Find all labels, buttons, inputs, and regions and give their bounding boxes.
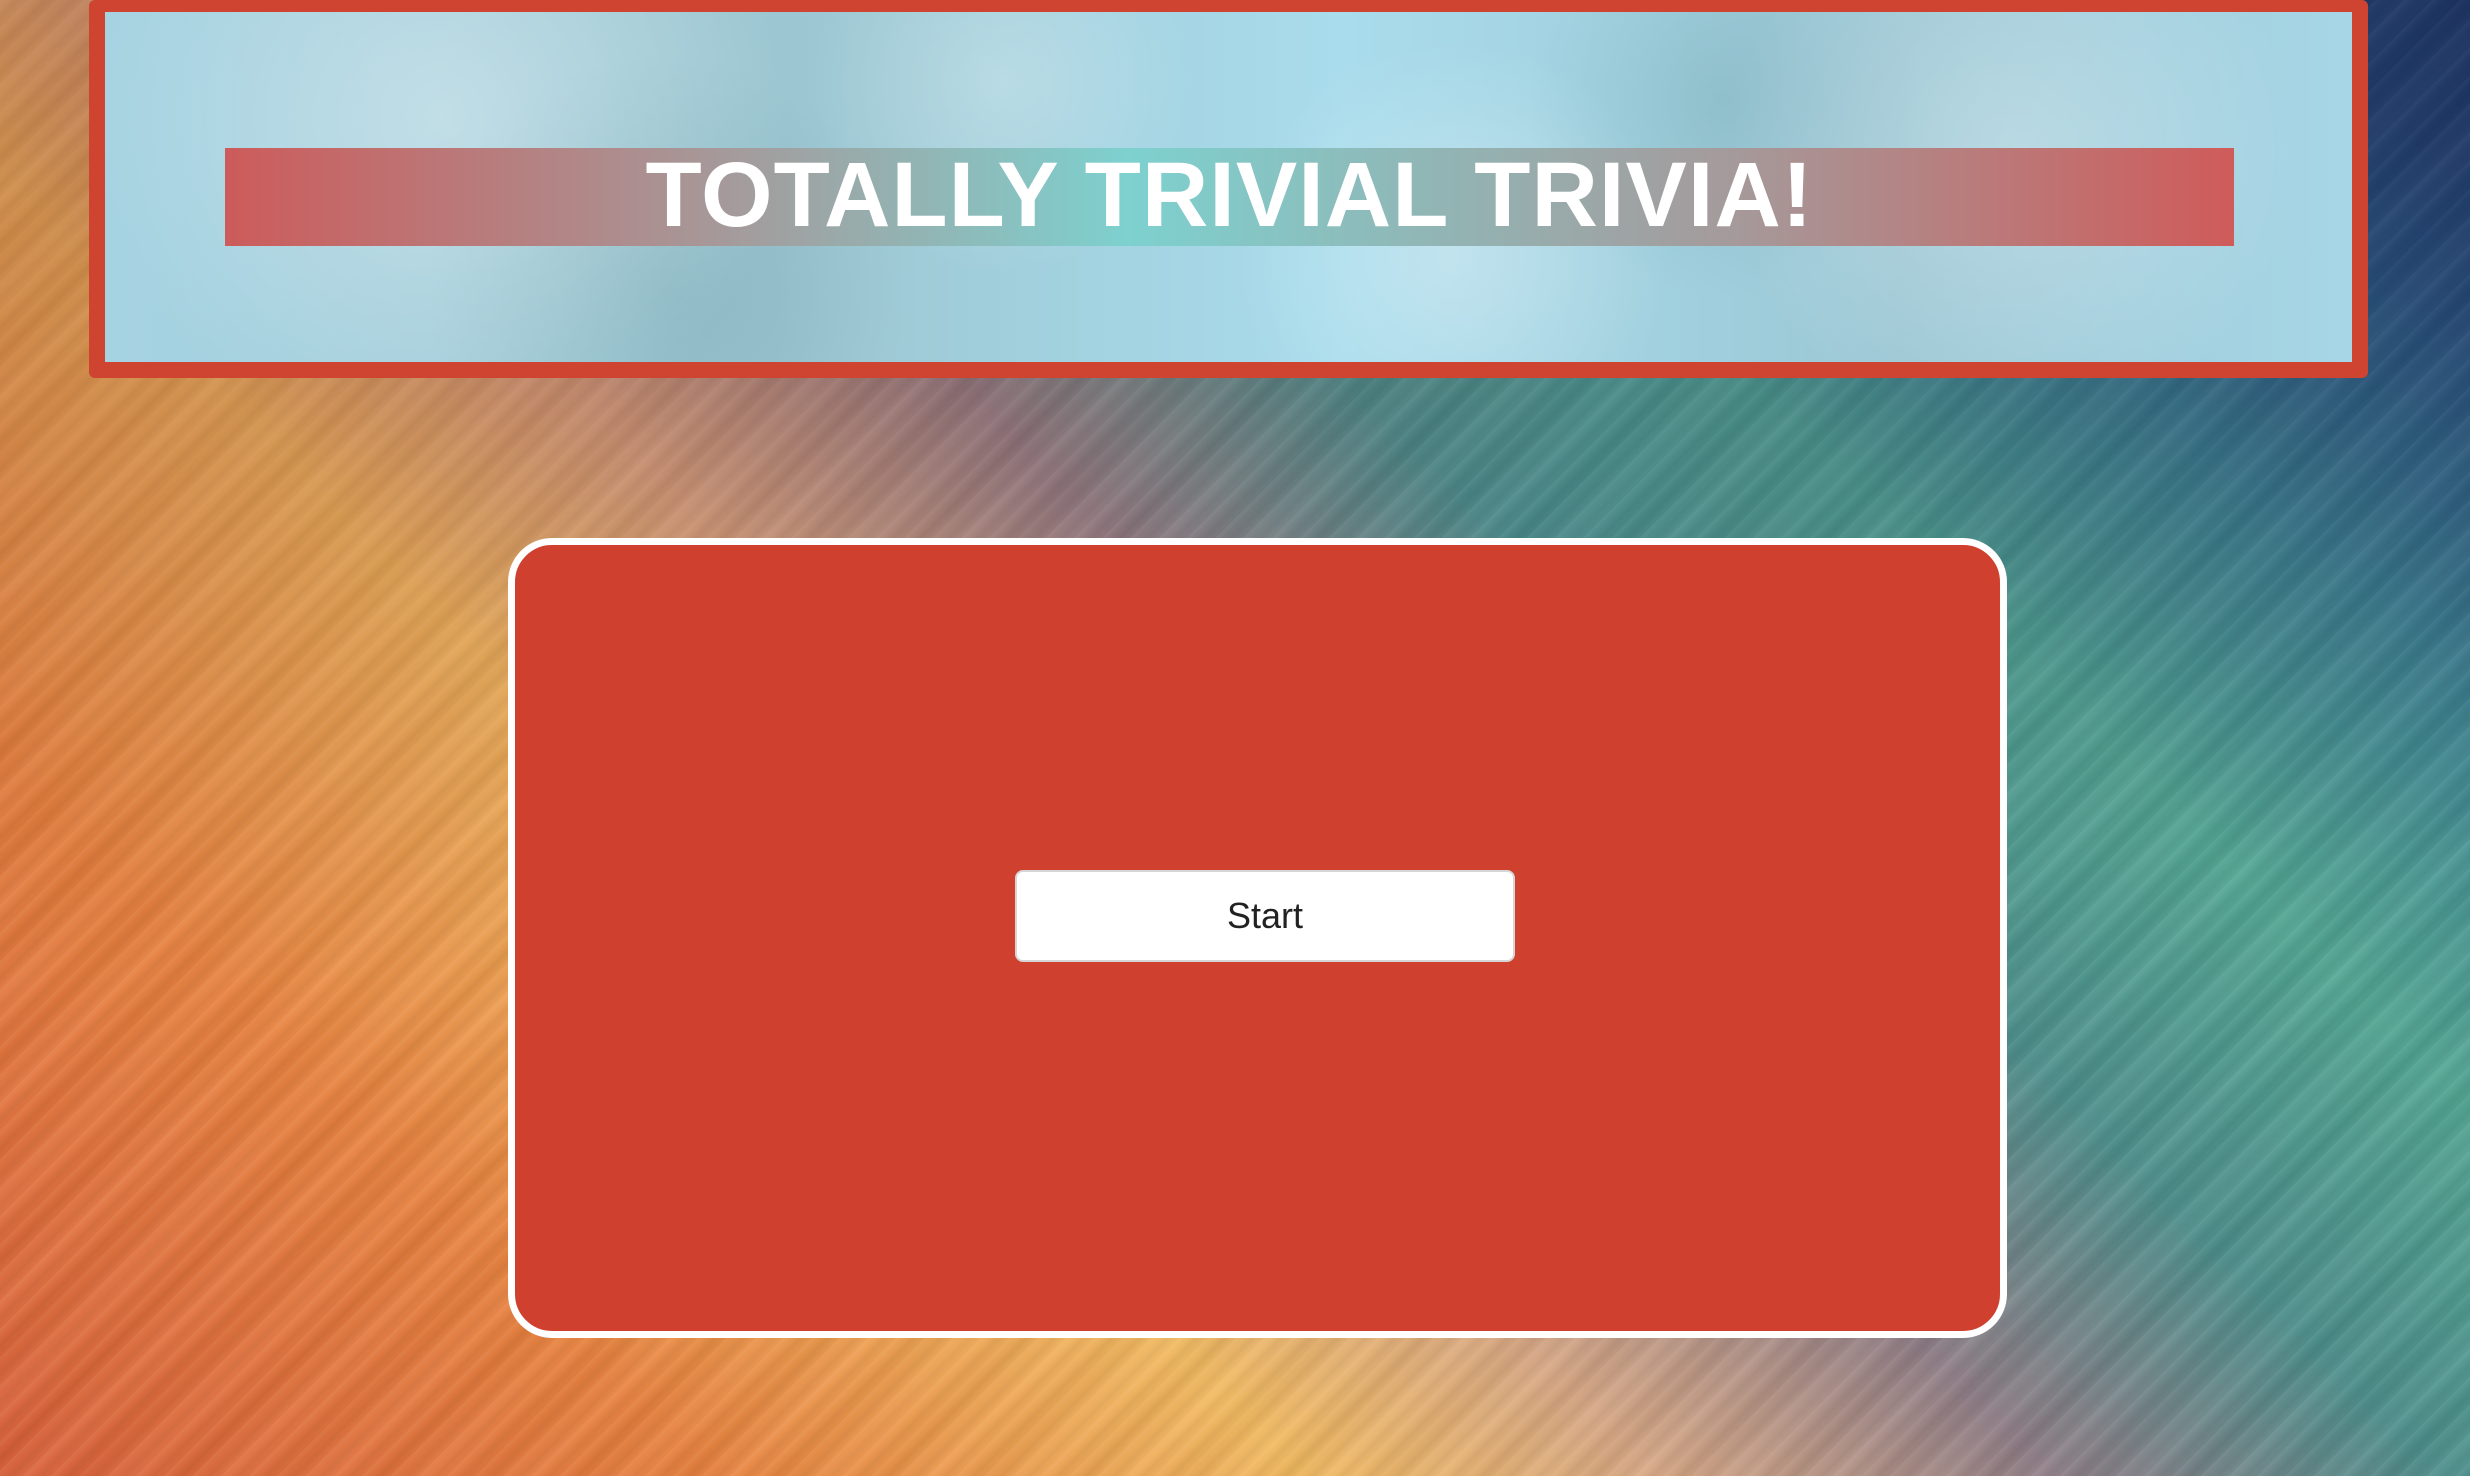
title-bar: TOTALLY TRIVIAL TRIVIA! bbox=[225, 148, 2234, 246]
game-card: Start bbox=[508, 538, 2007, 1338]
start-button[interactable]: Start bbox=[1015, 870, 1515, 962]
header-banner: TOTALLY TRIVIAL TRIVIA! bbox=[89, 0, 2368, 378]
page-title: TOTALLY TRIVIAL TRIVIA! bbox=[645, 144, 1814, 246]
